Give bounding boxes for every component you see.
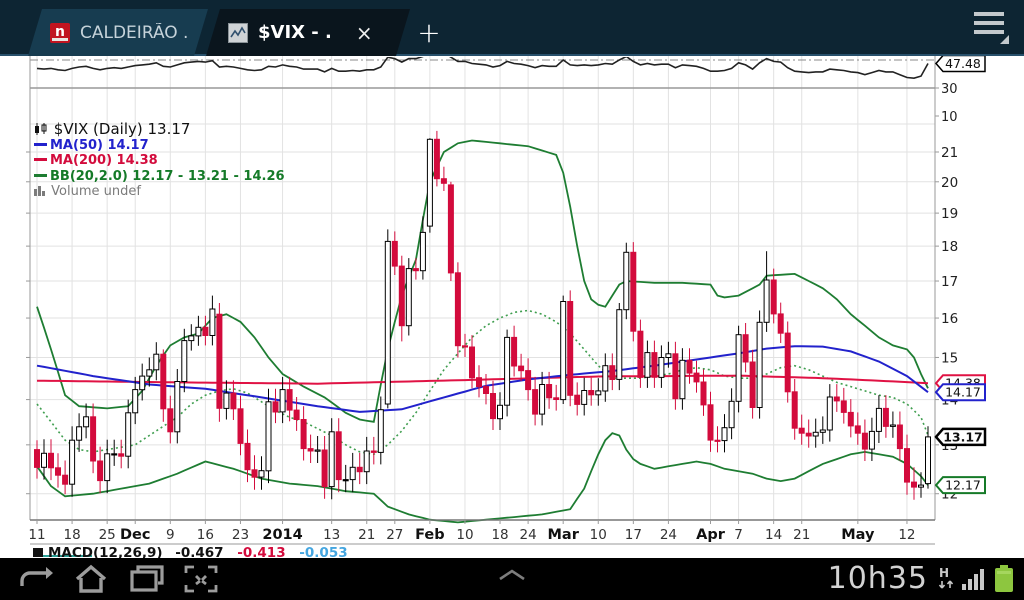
- svg-text:2014: 2014: [262, 527, 302, 543]
- svg-text:21: 21: [941, 145, 958, 161]
- svg-text:14: 14: [765, 527, 782, 543]
- tab-label: $VIX - .: [258, 22, 332, 43]
- svg-text:Feb: Feb: [415, 527, 445, 543]
- svg-text:10: 10: [590, 527, 607, 543]
- svg-text:10: 10: [456, 527, 473, 543]
- svg-text:16: 16: [197, 527, 214, 543]
- svg-text:14.17: 14.17: [945, 385, 981, 400]
- menu-icon[interactable]: [972, 12, 1008, 44]
- tablet-screen: n CALDEIRÃO ... $VIX - . × + 30 10 12 13 14 1…: [0, 0, 1024, 600]
- svg-text:18: 18: [491, 527, 508, 543]
- svg-text:13: 13: [323, 527, 340, 543]
- svg-text:12: 12: [898, 527, 915, 543]
- svg-text:27: 27: [386, 527, 403, 543]
- legend-ma50: MA(50) 14.17: [34, 138, 285, 154]
- svg-text:21: 21: [793, 527, 810, 543]
- site-favicon-chart-icon: [228, 23, 248, 43]
- svg-text:25: 25: [99, 527, 116, 543]
- svg-text:9: 9: [166, 527, 175, 543]
- legend-ma200: MA(200) 14.38: [34, 153, 285, 169]
- close-icon[interactable]: ×: [356, 23, 373, 43]
- tab-vix[interactable]: $VIX - . ×: [206, 9, 410, 56]
- battery-icon: [994, 565, 1014, 592]
- price-flag: 13.17: [936, 429, 985, 445]
- back-icon[interactable]: [16, 563, 54, 595]
- navbar-expand-chevron-icon[interactable]: [492, 563, 532, 595]
- svg-text:30: 30: [941, 82, 958, 97]
- tab-caldeirao[interactable]: n CALDEIRÃO ...: [28, 9, 208, 56]
- price-flag: 12.17: [936, 477, 985, 493]
- volume-bars-icon: [34, 185, 47, 196]
- svg-text:Mar: Mar: [547, 527, 579, 543]
- legend-symbol: $VIX (Daily) 13.17: [34, 122, 285, 138]
- svg-text:Dec: Dec: [120, 527, 150, 543]
- price-flag: 14.17: [936, 384, 985, 400]
- macd-swatch-icon: [33, 548, 43, 557]
- hspa-network-icon: H: [936, 566, 958, 592]
- price-flag: 47.48: [936, 56, 985, 72]
- svg-text:H: H: [939, 566, 949, 580]
- svg-text:18: 18: [941, 239, 958, 255]
- svg-text:24: 24: [660, 527, 677, 543]
- svg-text:17: 17: [941, 274, 958, 290]
- svg-text:13.17: 13.17: [943, 429, 983, 444]
- status-clock: 10h35: [828, 561, 928, 596]
- svg-text:18: 18: [63, 527, 80, 543]
- candlestick-icon: [34, 123, 49, 135]
- svg-text:20: 20: [941, 175, 958, 191]
- svg-text:17: 17: [625, 527, 642, 543]
- new-tab-button[interactable]: +: [408, 9, 450, 56]
- svg-text:11: 11: [28, 527, 45, 543]
- svg-text:21: 21: [358, 527, 375, 543]
- stock-chart: 30 10 12 13 14 15 16 17 18 19 20 21 11 18 25Dec 9 16 23 20…: [0, 56, 1024, 558]
- svg-text:24: 24: [520, 527, 537, 543]
- svg-text:15: 15: [941, 350, 958, 366]
- svg-text:10: 10: [941, 110, 958, 125]
- svg-text:16: 16: [941, 311, 958, 327]
- svg-text:May: May: [841, 527, 875, 543]
- recent-apps-icon[interactable]: [128, 563, 166, 595]
- android-nav-bar: 10h35 H: [0, 558, 1024, 600]
- signal-strength-icon: [962, 566, 986, 592]
- svg-text:12.17: 12.17: [945, 478, 981, 493]
- home-icon[interactable]: [72, 563, 110, 595]
- legend-volume: Volume undef: [34, 184, 285, 200]
- svg-text:23: 23: [232, 527, 249, 543]
- browser-tab-bar: n CALDEIRÃO ... $VIX - . × +: [0, 0, 1024, 56]
- site-favicon-n-icon: n: [50, 23, 70, 43]
- svg-text:47.48: 47.48: [945, 56, 981, 71]
- chart-legend: $VIX (Daily) 13.17 MA(50) 14.17 MA(200) …: [34, 122, 285, 200]
- svg-text:Apr: Apr: [696, 527, 726, 543]
- legend-bb: BB(20,2.0) 12.17 - 13.21 - 14.26: [34, 169, 285, 185]
- svg-text:19: 19: [941, 206, 958, 222]
- svg-text:7: 7: [734, 527, 743, 543]
- screen-capture-icon[interactable]: [182, 563, 220, 595]
- tab-label: CALDEIRÃO ...: [80, 23, 190, 43]
